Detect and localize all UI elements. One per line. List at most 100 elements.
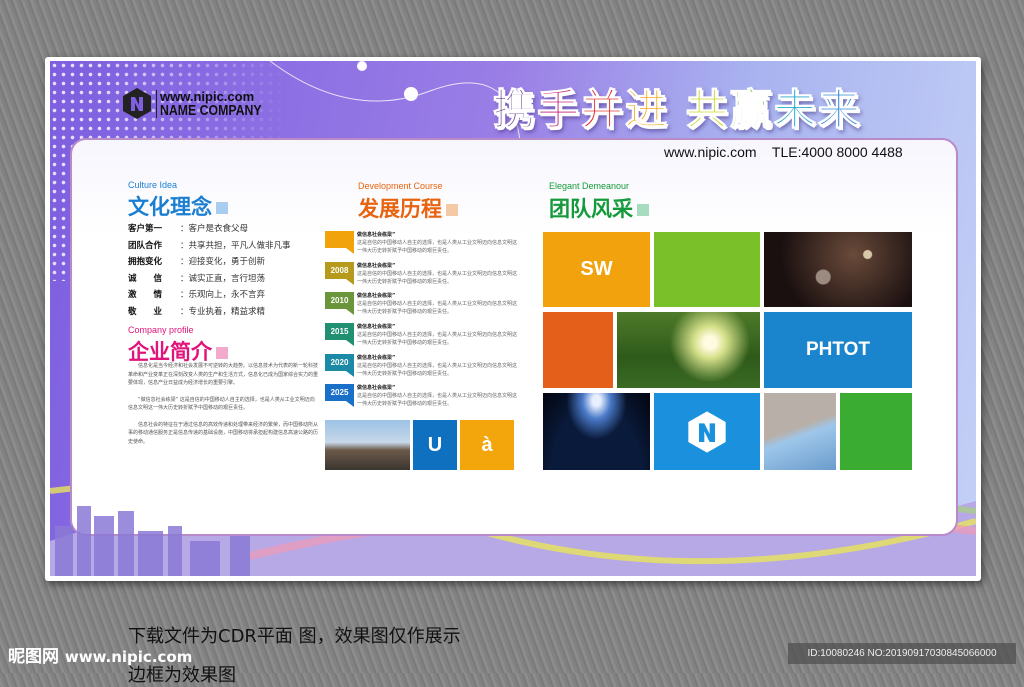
tile-a: à [460, 420, 514, 470]
team-heading: 团队风采 [549, 193, 649, 223]
culture-heading-text: 文化理念 [128, 195, 212, 219]
team-en-heading: Elegant Demeanour [549, 181, 630, 191]
timeline-title: 做信息社会栋梁” [357, 324, 396, 331]
development-heading: 发展历程 [358, 193, 458, 223]
contact-tel: TLE:4000 8000 4488 [771, 144, 903, 160]
culture-item: 团队合作 ：共享共担，平凡人做非凡事 [128, 239, 291, 256]
timeline-title: 做信息社会栋梁” [357, 262, 396, 269]
slogan-title: 携手并进 共赢未来 [492, 76, 862, 137]
contact-line: www.nipic.com TLE:4000 8000 4488 [664, 144, 903, 160]
timeline-title: 做信息社会栋梁” [357, 293, 396, 300]
contact-url: www.nipic.com [664, 144, 757, 160]
timeline-title: 做信息社会栋梁” [357, 385, 396, 392]
year-tag: 2015 [325, 323, 354, 341]
city-photo [325, 420, 410, 470]
slogan-char: 携 [492, 85, 538, 135]
culture-item-key: 激 情 [128, 290, 163, 301]
timeline-title: 做信息社会栋梁” [357, 232, 396, 238]
company-logo: www.nipic.com NAME COMPANY [122, 87, 284, 120]
timeline-text: 做信息社会栋梁” 这是自信的中国移动人自主的选择，也是人类从工业文明迈向信息文明这… [357, 323, 519, 347]
culture-item: 客户第一 ：客户是衣食父母 [128, 222, 291, 239]
team-heading-text: 团队风采 [549, 197, 633, 221]
square-icon [216, 347, 228, 359]
tile-u: U [413, 420, 457, 470]
tile-logo [654, 393, 760, 470]
watermark: 昵图网 www.nipic.com [8, 642, 192, 667]
timeline-text: 做信息社会栋梁” 这是自信的中国移动人自主的选择，也是人类从工业文明迈向信息文明这… [357, 384, 519, 408]
culture-item-key: 诚 信 [128, 273, 163, 284]
slogan-char [669, 85, 686, 134]
culture-item-value: ：共享共担，平凡人做非凡事 [180, 240, 291, 251]
development-en-heading: Development Course [358, 181, 443, 191]
slogan-char: 共 [685, 85, 730, 135]
profile-paragraph: 信息社会的特征在于通过信息的高效传递和处理带来经济的繁荣，而中国移动所从事的移动… [128, 421, 319, 445]
profile-paragraph: “做信息社会栋梁” 这是自信的中国移动人自主的选择，也是人类从工业文明迈向信息文… [128, 396, 315, 412]
culture-item-key: 拥抱变化 [128, 257, 163, 268]
slogan-char: 赢 [729, 85, 774, 135]
tag-pointer [346, 370, 354, 377]
tile-orange [543, 312, 613, 388]
profile-heading-text: 企业简介 [128, 340, 212, 364]
year-tag: 2020 [325, 353, 354, 371]
timeline-title: 做信息社会栋梁” [357, 354, 396, 361]
logo-hexagon-icon [123, 88, 151, 119]
year-tag: 2025 [325, 384, 354, 402]
tile-phtot: PHTOT [764, 312, 912, 388]
culture-item-value: ：迎接变化，勇于创新 [180, 257, 266, 268]
slogan-char: 手 [537, 85, 582, 135]
tile-green-small [840, 393, 912, 470]
tag-pointer [346, 340, 354, 347]
timeline-body: 这是自信的中国移动人自主的选择，也是人类从工业文明迈向信息文明这一伟大历史转折赋… [357, 270, 518, 285]
profile-en-heading: Company profile [128, 325, 194, 335]
square-icon [637, 204, 649, 216]
slogan-char: 未 [773, 85, 818, 135]
culture-item: 拥抱变化 ：迎接变化，勇于创新 [128, 255, 291, 272]
culture-heading: 文化理念 [128, 191, 228, 221]
tag-pointer [346, 309, 354, 316]
logo-company-name: NAME COMPANY [160, 101, 262, 119]
culture-list: 客户第一 ：客户是衣食父母 团队合作 ：共享共担，平凡人做非凡事拥抱变化 ：迎接变化，勇… [128, 222, 291, 322]
culture-item-value: ：乐观向上，永不言弃 [180, 290, 266, 301]
timeline-text: 做信息社会栋梁” 这是自信的中国移动人自主的选择，也是人类从工业文明迈向信息文明这… [357, 231, 519, 255]
watermark-cn: 昵图网 [8, 647, 59, 667]
year-tag: 2008 [325, 261, 354, 279]
culture-item-value: ：诚实正直，言行坦荡 [180, 273, 266, 284]
timeline-body: 这是自信的中国移动人自主的选择，也是人类从工业文明迈向信息文明这一伟大历史转折赋… [357, 301, 518, 316]
culture-item: 诚 信 ：诚实正直，言行坦荡 [128, 272, 291, 289]
culture-en-heading: Culture Idea [128, 180, 178, 190]
city-skyline-graphic [55, 506, 250, 576]
tag-pointer [346, 401, 354, 408]
slogan-char: 进 [625, 85, 670, 135]
profile-paragraph: 信息化是当今经济和社会发展不可逆转的大趋势。以信息技术为代表的新一轮科技革命和产… [128, 363, 319, 386]
slogan-char: 并 [581, 85, 626, 135]
culture-item-key: 团队合作 [128, 240, 163, 251]
year-tag: 2010 [325, 292, 354, 310]
culture-item-key: 敬 业 [128, 306, 163, 317]
watermark-url: www.nipic.com [64, 648, 193, 666]
timeline-body: 这是自信的中国移动人自主的选择，也是人类从工业文明迈向信息文明这一伟大历史转折赋… [357, 332, 518, 347]
slogan-char: 来 [817, 85, 862, 135]
culture-item: 激 情 ：乐观向上，永不言弃 [128, 288, 291, 305]
tile-green [654, 232, 760, 307]
square-icon [216, 202, 228, 214]
earth-photo [543, 393, 650, 470]
tile-sw: SW [543, 232, 650, 307]
timeline-text: 做信息社会栋梁” 这是自信的中国移动人自主的选择，也是人类从工业文明迈向信息文明这… [357, 262, 519, 286]
culture-item-value: ：客户是衣食父母 [180, 224, 249, 234]
timeline-body: 这是自信的中国移动人自主的选择，也是人类从工业文明迈向信息文明这一伟大历史转折赋… [357, 393, 518, 408]
culture-item-value: ：专业执着，精益求精 [180, 306, 266, 317]
timeline-body: 这是自信的中国移动人自主的选择，也是人类从工业文明迈向信息文明这一伟大历史转折赋… [357, 240, 518, 254]
timeline-text: 做信息社会栋梁” 这是自信的中国移动人自主的选择，也是人类从工业文明迈向信息文明这… [357, 292, 519, 316]
worker-photo [764, 393, 836, 470]
logo-hexagon-icon [688, 410, 726, 453]
tag-pointer [346, 278, 354, 285]
culture-item: 敬 业 ：专业执着，精益求精 [128, 305, 291, 322]
forest-photo [617, 312, 760, 388]
development-heading-text: 发展历程 [358, 197, 442, 221]
space-photo [764, 232, 912, 307]
tag-pointer [346, 248, 354, 254]
year-tag [325, 231, 354, 248]
timeline-text: 做信息社会栋梁” 这是自信的中国移动人自主的选择，也是人类从工业文明迈向信息文明这… [357, 354, 519, 378]
timeline-body: 这是自信的中国移动人自主的选择，也是人类从工业文明迈向信息文明这一伟大历史转折赋… [357, 362, 518, 377]
square-icon [446, 204, 458, 216]
